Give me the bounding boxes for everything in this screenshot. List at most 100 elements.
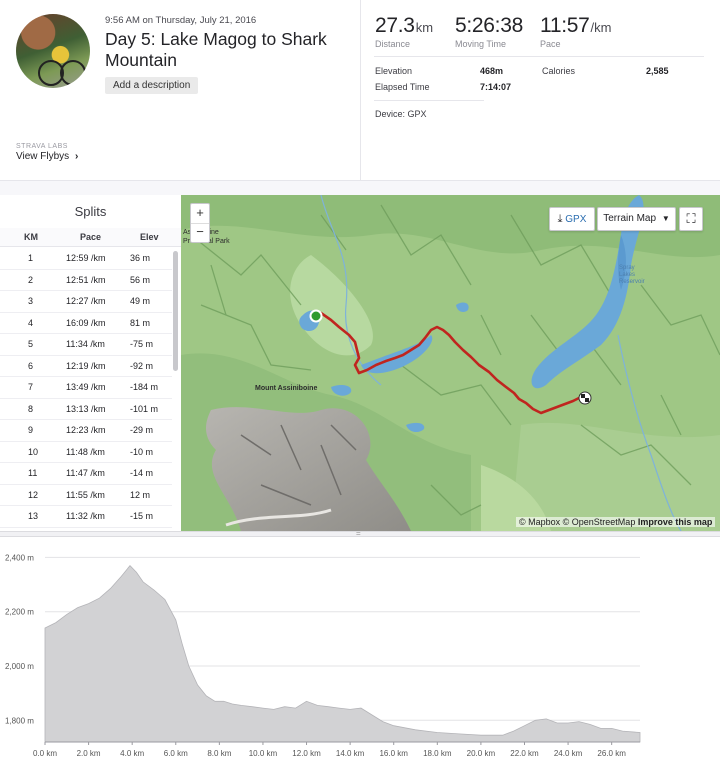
x-tick-label: 0.0 km xyxy=(33,749,57,758)
elevation-chart-svg: 1,800 m 2,000 m 2,200 m 2,400 m 0.0 km 2.0 km… xyxy=(5,553,641,758)
split-row[interactable]: 4 16:09 /km 81 m xyxy=(0,312,172,334)
split-pace: 11:32 /km xyxy=(66,511,105,521)
improve-map-link[interactable]: Improve this map xyxy=(638,517,713,527)
x-tick-label: 24.0 km xyxy=(554,749,583,758)
athlete-avatar[interactable] xyxy=(16,14,90,88)
split-elev: -15 m xyxy=(130,511,154,521)
split-km: 13 xyxy=(28,511,39,521)
chevron-right-icon: › xyxy=(74,151,79,162)
split-row[interactable]: 3 12:27 /km 49 m xyxy=(0,290,172,313)
device-info: Device: GPX xyxy=(375,109,427,119)
map-attribution: © Mapbox © OpenStreetMap Improve this ma… xyxy=(516,517,716,527)
split-km: 2 xyxy=(28,274,34,285)
split-row[interactable]: 8 13:13 /km -101 m xyxy=(0,398,172,420)
elevation-area xyxy=(44,564,641,743)
split-pace: 13:49 /km xyxy=(66,382,106,392)
splits-panel: Splits KM Pace Elev 1 12:59 /km 36 m 2 12:51… xyxy=(0,195,182,531)
splits-title: Splits xyxy=(74,204,107,219)
download-icon: ⤓ xyxy=(557,213,563,225)
split-pace: 12:51 /km xyxy=(66,274,106,285)
elevation-chart: 1,800 m 2,000 m 2,200 m 2,400 m 0.0 km 2.0 km… xyxy=(0,537,720,762)
device-divider xyxy=(374,100,484,101)
split-elev: 49 m xyxy=(130,296,151,306)
splits-header-pace: Pace xyxy=(80,232,102,242)
route-finish-marker xyxy=(578,391,592,405)
split-pace: 12:19 /km xyxy=(66,360,106,371)
expand-icon: ⛶ xyxy=(686,211,696,226)
zoom-in-button[interactable]: + xyxy=(191,204,209,224)
split-pace: 16:09 /km xyxy=(66,317,106,328)
pace-label: Pace xyxy=(540,39,561,49)
strava-labs-label: STRAVA LABS xyxy=(16,143,68,150)
elapsed-time-value: 7:14:07 xyxy=(480,82,512,92)
map-label-reservoir-line-3: Reservoir xyxy=(619,279,645,285)
y-tick-label: 2,000 m xyxy=(5,662,34,671)
map-type-label: Terrain Map xyxy=(603,213,657,224)
moving-time-value: 5:26:38 xyxy=(455,14,523,37)
split-elev: -101 m xyxy=(130,403,159,414)
splits-header-elev: Elev xyxy=(140,232,159,242)
split-km: 8 xyxy=(28,403,34,414)
split-km: 11 xyxy=(28,468,38,478)
y-tick-label: 2,200 m xyxy=(5,608,34,617)
split-elev: 36 m xyxy=(130,253,151,263)
x-tick-label: 26.0 km xyxy=(597,749,626,758)
route-map[interactable] xyxy=(181,195,720,531)
split-elev: -29 m xyxy=(130,425,154,435)
split-elev: -10 m xyxy=(130,446,154,457)
zoom-out-button[interactable]: − xyxy=(191,223,209,242)
split-row[interactable]: 2 12:51 /km 56 m xyxy=(0,269,172,291)
gpx-export-button[interactable]: ⤓ GPX xyxy=(549,207,595,231)
split-km: 3 xyxy=(28,296,34,306)
route-start-marker xyxy=(309,309,323,323)
calories-value: 2,585 xyxy=(646,66,669,76)
x-tick-label: 6.0 km xyxy=(164,749,188,758)
split-row[interactable]: 13 11:32 /km -15 m xyxy=(0,505,172,528)
pace-unit: /km xyxy=(590,20,612,35)
add-description-button[interactable]: Add a description xyxy=(105,77,199,94)
view-flybys-link[interactable]: View Flybys › xyxy=(16,151,78,162)
split-km: 12 xyxy=(28,489,39,500)
x-tick-label: 22.0 km xyxy=(510,749,539,758)
split-pace: 13:13 /km xyxy=(66,403,106,414)
split-elev: -14 m xyxy=(130,468,154,478)
split-elev: 81 m xyxy=(130,317,151,328)
x-tick-label: 4.0 km xyxy=(120,749,144,758)
calories-label: Calories xyxy=(542,66,576,76)
distance-unit: km xyxy=(415,20,434,35)
splits-header-km: KM xyxy=(24,232,38,242)
activity-summary: 9:56 AM on Thursday, July 21, 2016 Day 5… xyxy=(0,0,361,180)
map-type-dropdown[interactable]: Terrain Map ▼ xyxy=(597,207,676,231)
stats-divider xyxy=(374,56,704,57)
splits-scrollbar[interactable] xyxy=(173,251,178,371)
caret-down-icon: ▼ xyxy=(661,214,670,223)
split-row[interactable]: 11 11:47 /km -14 m xyxy=(0,462,172,485)
x-tick-label: 18.0 km xyxy=(423,749,452,758)
split-row[interactable]: 5 11:34 /km -75 m xyxy=(0,333,172,356)
split-elev: 56 m xyxy=(130,274,151,285)
activity-title: Day 5: Lake Magog to Shark Mountain xyxy=(105,29,327,70)
x-tick-label: 16.0 km xyxy=(379,749,408,758)
terrain-map-canvas xyxy=(181,195,720,531)
split-pace: 11:48 /km xyxy=(66,446,105,457)
split-km: 5 xyxy=(28,339,34,349)
fullscreen-button[interactable]: ⛶ xyxy=(679,207,703,231)
split-row[interactable]: 6 12:19 /km -92 m xyxy=(0,355,172,377)
split-pace: 12:23 /km xyxy=(66,425,106,435)
split-row[interactable]: 7 13:49 /km -184 m xyxy=(0,376,172,399)
x-tick-label: 14.0 km xyxy=(336,749,365,758)
split-pace: 11:55 /km xyxy=(66,489,105,500)
split-row[interactable]: 12 11:55 /km 12 m xyxy=(0,484,172,506)
split-row[interactable]: 10 11:48 /km -10 m xyxy=(0,441,172,463)
split-pace: 12:27 /km xyxy=(66,296,106,306)
y-tick-label: 1,800 m xyxy=(5,716,34,725)
split-row[interactable]: 1 12:59 /km 36 m xyxy=(0,247,172,270)
split-km: 6 xyxy=(28,360,34,371)
split-row[interactable]: 9 12:23 /km -29 m xyxy=(0,419,172,442)
map-label-reservoir-line-1: Spray xyxy=(619,265,635,271)
split-elev: 12 m xyxy=(130,489,151,500)
gpx-label: GPX xyxy=(565,214,587,225)
split-pace: 12:59 /km xyxy=(66,253,106,263)
split-km: 9 xyxy=(28,425,34,435)
map-zoom-control: + − xyxy=(190,203,210,243)
